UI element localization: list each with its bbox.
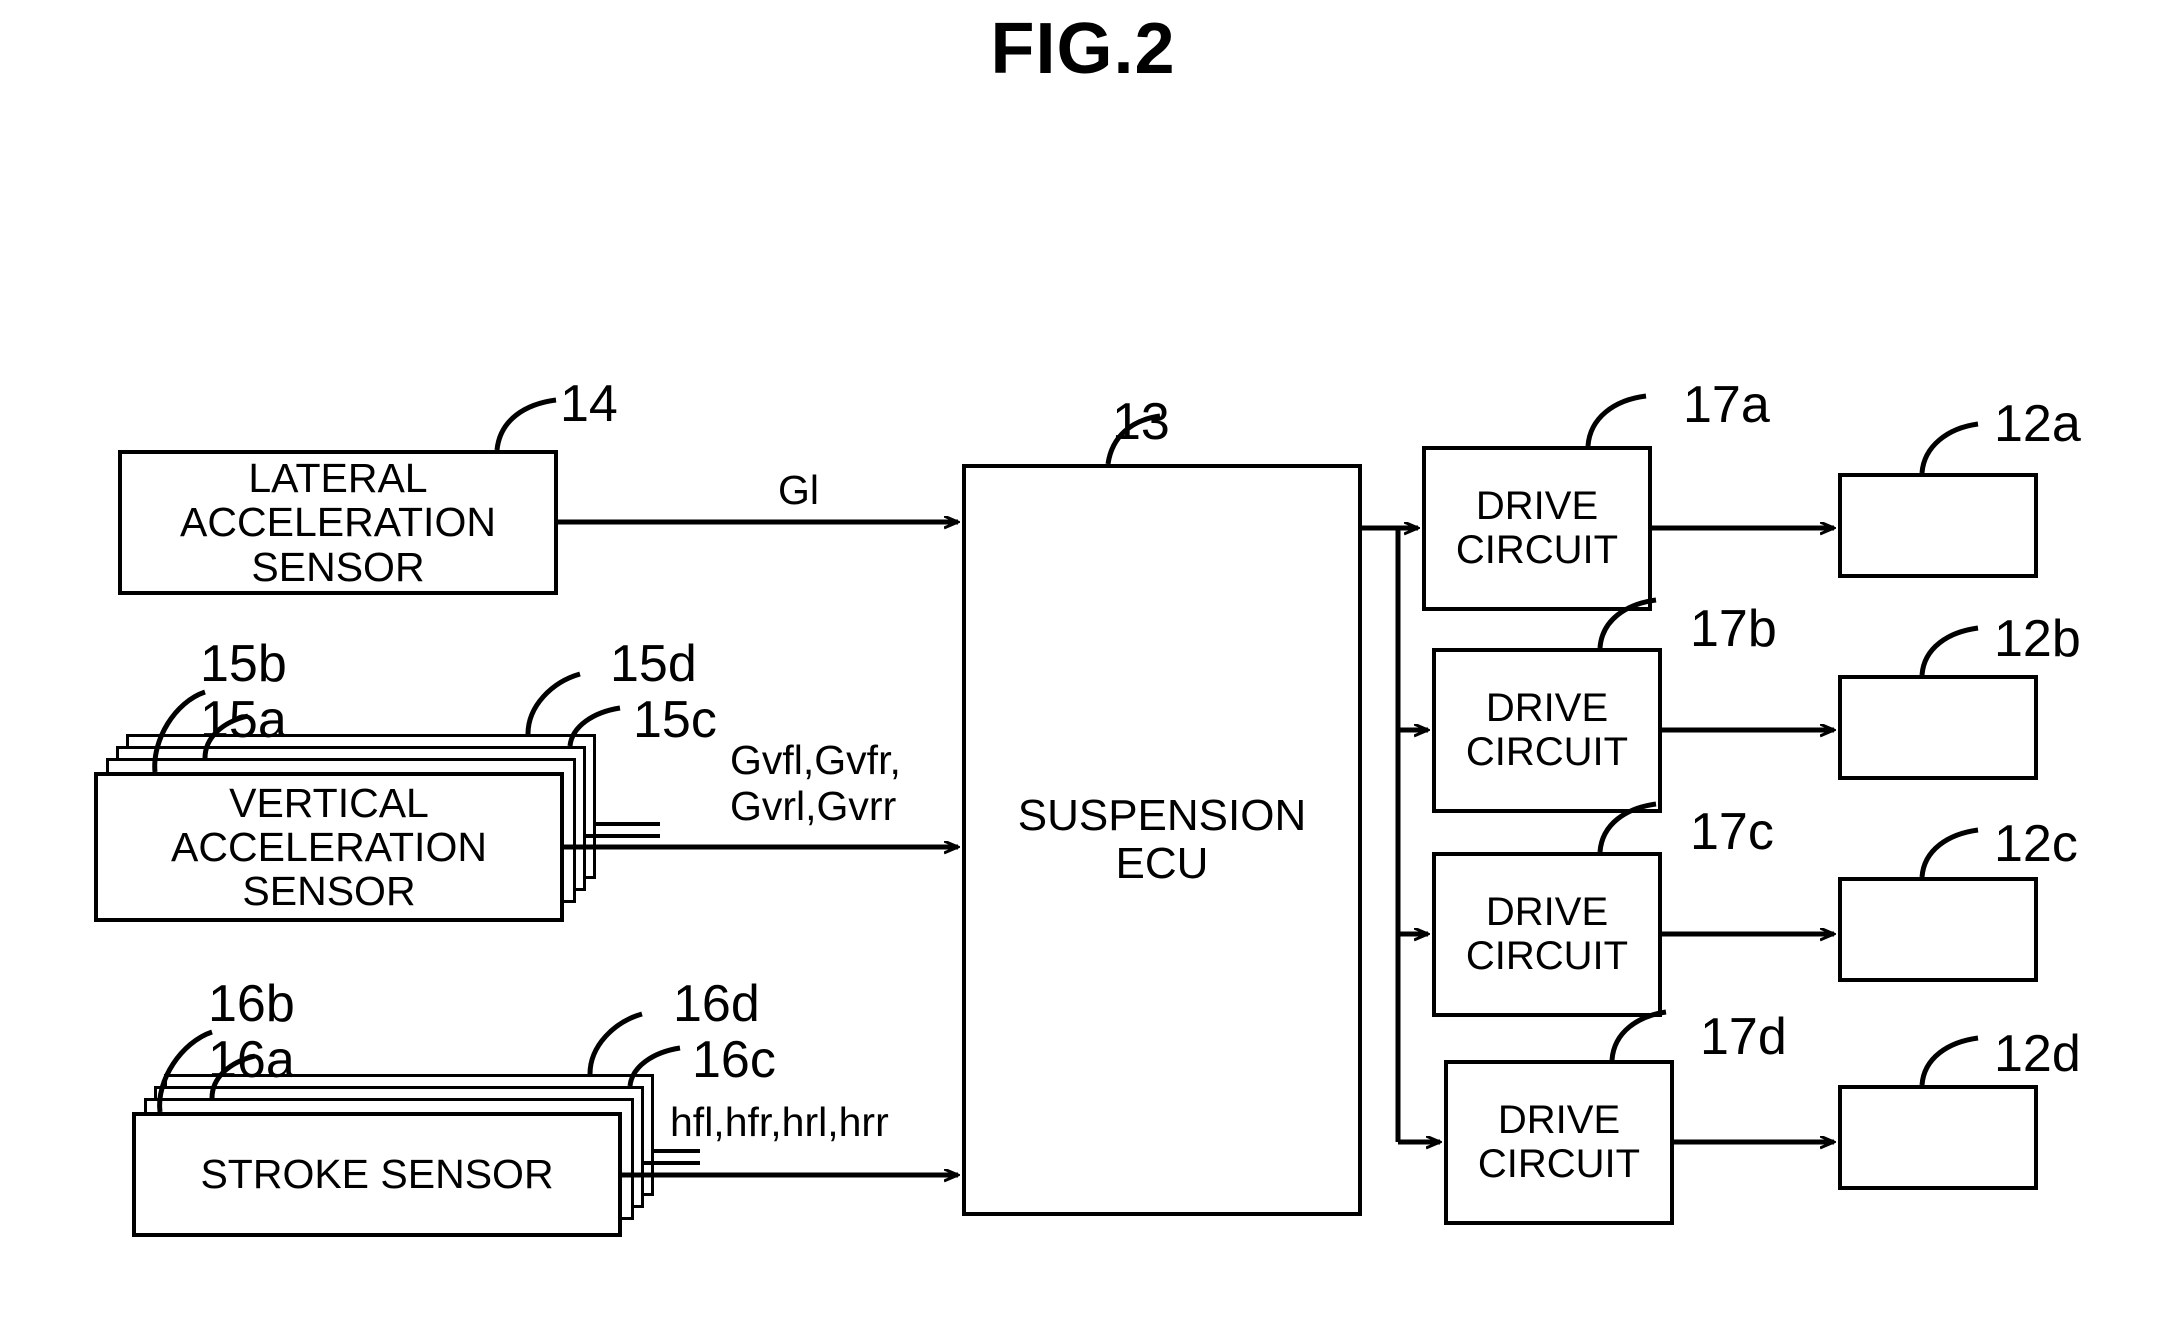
wire-ecu-output-bus <box>1362 525 1401 1142</box>
reference-numeral-17a: 17a <box>1683 376 1770 434</box>
reference-numeral-16c: 16c <box>692 1031 776 1089</box>
signal-label-lateral: Gl <box>778 467 819 513</box>
figure-title: FIG.2 <box>990 9 1176 89</box>
leader-12c <box>1919 827 1979 878</box>
drive-circuit-label-17d: DRIVE CIRCUIT <box>1477 1098 1641 1186</box>
leader-15d <box>525 671 581 735</box>
leader-12a <box>1919 421 1979 474</box>
stroke-sensor-box-16a: STROKE SENSOR <box>132 1112 622 1237</box>
signal-label-vertical: Gvfl,Gvfr, Gvrl,Gvrr <box>730 737 901 829</box>
lateral-acceleration-sensor-label: LATERAL ACCELERATION SENSOR <box>180 455 496 590</box>
drive-circuit-box-17a: DRIVE CIRCUIT <box>1422 446 1652 611</box>
leader-17d <box>1609 1009 1667 1061</box>
reference-numeral-17b: 17b <box>1690 600 1777 658</box>
lateral-acceleration-sensor-box: LATERAL ACCELERATION SENSOR <box>118 450 558 595</box>
leader-12b <box>1919 625 1979 676</box>
drive-circuit-box-17b: DRIVE CIRCUIT <box>1432 648 1662 813</box>
stroke-sensor-label: STROKE SENSOR <box>200 1151 554 1198</box>
drive-circuit-box-17c: DRIVE CIRCUIT <box>1432 852 1662 1017</box>
actuator-box-12c <box>1838 877 2038 982</box>
figure-canvas: FIG.2 LATERAL ACCELERATION SENSOR 14 VER… <box>0 0 2166 1331</box>
signal-label-stroke: hfl,hfr,hrl,hrr <box>670 1099 889 1145</box>
drive-circuit-label-17a: DRIVE CIRCUIT <box>1455 484 1619 572</box>
reference-numeral-16a: 16a <box>208 1031 295 1089</box>
actuator-box-12a <box>1838 473 2038 578</box>
leader-17a <box>1585 393 1647 447</box>
reference-numeral-16d: 16d <box>673 975 760 1033</box>
reference-numeral-17d: 17d <box>1700 1008 1787 1066</box>
reference-numeral-12b: 12b <box>1994 610 2081 668</box>
reference-numeral-15b: 15b <box>200 635 287 693</box>
reference-numeral-13: 13 <box>1112 393 1170 451</box>
reference-numeral-15a: 15a <box>200 691 287 749</box>
reference-numeral-15c: 15c <box>633 691 717 749</box>
drive-circuit-label-17b: DRIVE CIRCUIT <box>1465 686 1629 774</box>
actuator-box-12d <box>1838 1085 2038 1190</box>
drive-circuit-label-17c: DRIVE CIRCUIT <box>1465 890 1629 978</box>
reference-numeral-14: 14 <box>560 375 618 433</box>
vertical-acceleration-sensor-label: VERTICAL ACCELERATION SENSOR <box>171 779 487 915</box>
reference-numeral-15d: 15d <box>610 635 697 693</box>
reference-numeral-12c: 12c <box>1994 815 2078 873</box>
suspension-ecu-label: SUSPENSION ECU <box>1017 791 1307 888</box>
suspension-ecu-box: SUSPENSION ECU <box>962 464 1362 1216</box>
reference-numeral-16b: 16b <box>208 975 295 1033</box>
drive-circuit-box-17d: DRIVE CIRCUIT <box>1444 1060 1674 1225</box>
leader-12d <box>1919 1035 1979 1086</box>
actuator-box-12b <box>1838 675 2038 780</box>
reference-numeral-12a: 12a <box>1994 395 2081 453</box>
reference-numeral-17c: 17c <box>1690 803 1774 861</box>
vertical-acceleration-sensor-box-15a: VERTICAL ACCELERATION SENSOR <box>94 772 564 922</box>
leader-16d <box>587 1011 643 1075</box>
reference-numeral-12d: 12d <box>1994 1025 2081 1083</box>
leader-14 <box>494 397 557 451</box>
